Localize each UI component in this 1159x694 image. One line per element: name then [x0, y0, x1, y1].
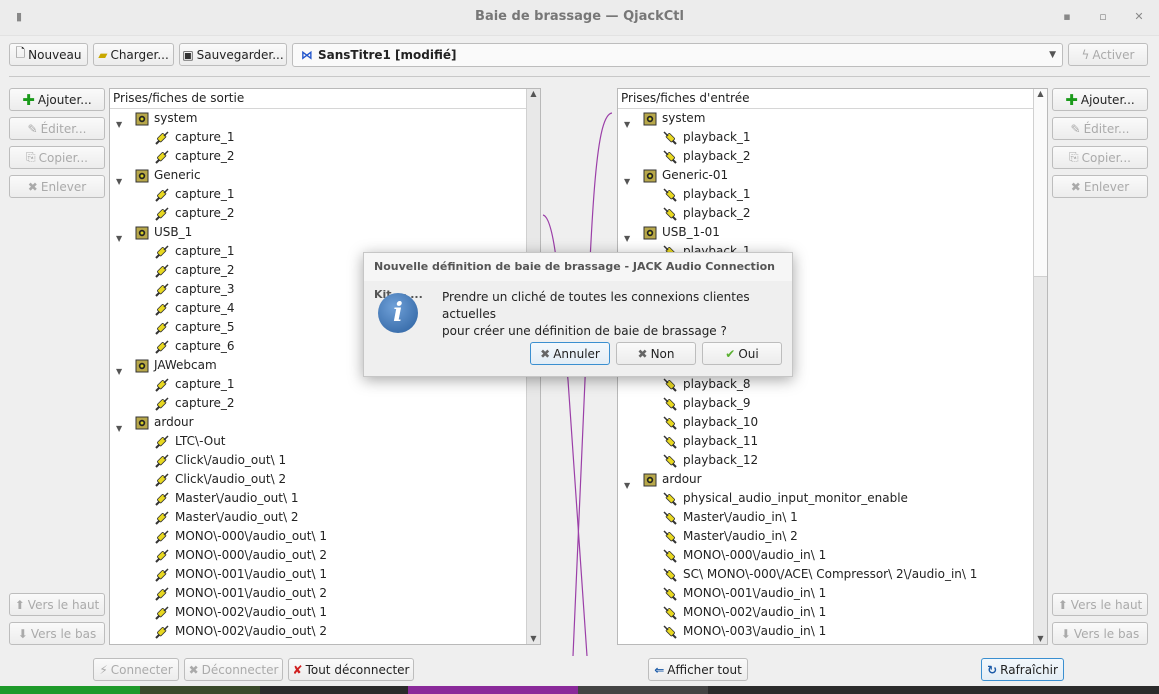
port-item[interactable]: playback_2	[662, 204, 751, 223]
port-item[interactable]: playback_1	[662, 185, 751, 204]
dialog-line-2: pour créer une définition de baie de bra…	[442, 324, 727, 338]
expand-arrow-icon[interactable]: ▼	[624, 172, 632, 186]
client-icon	[643, 226, 657, 240]
port-label: physical_audio_input_monitor_enable	[683, 491, 908, 505]
yes-button[interactable]: ✔ Oui	[702, 342, 782, 365]
port-item[interactable]: playback_12	[662, 451, 758, 470]
info-icon: i	[378, 293, 418, 333]
show-all-button[interactable]: ⇐ Afficher tout	[648, 658, 748, 681]
input-plug-icon	[662, 605, 678, 621]
client-item[interactable]: ▼ system	[624, 109, 706, 129]
input-plug-icon	[662, 149, 678, 165]
checkmark-icon: ✔	[725, 346, 736, 361]
client-item[interactable]: ▼ ardour	[624, 470, 702, 490]
port-label: SC\ MONO\-000\/ACE\ Compressor\ 2\/audio…	[683, 567, 978, 581]
input-plug-icon	[662, 567, 678, 583]
port-item[interactable]: MONO\-003\/audio_in\ 1	[662, 622, 826, 641]
input-plug-icon	[662, 510, 678, 526]
client-icon	[643, 169, 657, 183]
port-item[interactable]: playback_9	[662, 394, 751, 413]
port-label: playback_9	[683, 396, 751, 410]
input-plug-icon	[662, 130, 678, 146]
client-label: Generic-01	[662, 168, 729, 182]
port-label: MONO\-000\/audio_in\ 1	[683, 548, 827, 562]
client-item[interactable]: ▼ USB_1-01	[624, 223, 720, 243]
port-label: playback_1	[683, 187, 751, 201]
port-label: playback_2	[683, 149, 751, 163]
port-item[interactable]: Master\/audio_in\ 1	[662, 508, 798, 527]
port-label: playback_8	[683, 377, 751, 391]
input-plug-icon	[662, 206, 678, 222]
port-item[interactable]: playback_2	[662, 147, 751, 166]
x-icon: ✖	[540, 346, 551, 361]
disconnect-button[interactable]: ✖ Déconnecter	[184, 658, 283, 681]
port-label: playback_2	[683, 206, 751, 220]
port-label: Master\/audio_in\ 1	[683, 510, 798, 524]
expand-arrow-icon[interactable]: ▼	[624, 229, 632, 243]
new-patchbay-dialog: Nouvelle définition de baie de brassage …	[363, 252, 793, 377]
input-header: Prises/fiches d'entrée	[618, 89, 1034, 109]
cancel-button[interactable]: ✖ Annuler	[530, 342, 610, 365]
client-label: ardour	[662, 472, 702, 486]
port-item[interactable]: playback_1	[662, 128, 751, 147]
port-label: playback_1	[683, 130, 751, 144]
input-plug-icon	[662, 187, 678, 203]
dialog-line-1: Prendre un cliché de toutes les connexio…	[442, 290, 750, 321]
port-item[interactable]: playback_11	[662, 432, 758, 451]
input-plug-icon	[662, 434, 678, 450]
port-label: Master\/audio_in\ 2	[683, 529, 798, 543]
expand-arrow-icon[interactable]: ▼	[624, 115, 632, 129]
dialog-title: Nouvelle définition de baie de brassage …	[364, 253, 792, 301]
port-label: playback_10	[683, 415, 759, 429]
refresh-icon: ↻	[987, 662, 998, 677]
input-plug-icon	[662, 415, 678, 431]
input-plug-icon	[662, 396, 678, 412]
port-label: MONO\-003\/audio_in\ 1	[683, 624, 827, 638]
desktop-background	[0, 686, 1159, 694]
expand-arrow-icon[interactable]: ▼	[624, 476, 632, 490]
input-plug-icon	[662, 624, 678, 640]
plug-icon: ⚡	[99, 662, 108, 677]
port-label: MONO\-001\/audio_in\ 1	[683, 586, 827, 600]
client-icon	[643, 112, 657, 126]
port-label: MONO\-002\/audio_in\ 1	[683, 605, 827, 619]
client-item[interactable]: ▼ Generic-01	[624, 166, 729, 186]
input-plug-icon	[662, 586, 678, 602]
input-plug-icon	[662, 453, 678, 469]
port-item[interactable]: Master\/audio_in\ 2	[662, 527, 798, 546]
port-label: playback_12	[683, 453, 759, 467]
client-icon	[643, 473, 657, 487]
client-label: USB_1-01	[662, 225, 720, 239]
port-item[interactable]: SC\ MONO\-000\/ACE\ Compressor\ 2\/audio…	[662, 565, 977, 584]
port-item[interactable]: playback_10	[662, 413, 758, 432]
connect-button[interactable]: ⚡ Connecter	[93, 658, 179, 681]
arrow-left-icon: ⇐	[654, 662, 665, 677]
no-button[interactable]: ✖ Non	[616, 342, 696, 365]
port-label: playback_11	[683, 434, 759, 448]
dialog-message: Prendre un cliché de toutes les connexio…	[442, 289, 792, 340]
connection-line	[572, 112, 613, 657]
input-plug-icon	[662, 377, 678, 393]
port-item[interactable]: MONO\-000\/audio_in\ 1	[662, 546, 826, 565]
port-item[interactable]: MONO\-002\/audio_in\ 1	[662, 603, 826, 622]
disconnect-all-button[interactable]: ✘ Tout déconnecter	[288, 658, 414, 681]
client-label: system	[662, 111, 706, 125]
scrollbar-thumb[interactable]: ▲	[1034, 89, 1047, 277]
red-x-icon: ✘	[292, 662, 303, 677]
port-item[interactable]: playback_8	[662, 375, 751, 394]
x-icon: ✖	[637, 346, 648, 361]
refresh-button[interactable]: ↻ Rafraîchir	[981, 658, 1064, 681]
input-plug-icon	[662, 529, 678, 545]
x-icon: ✖	[188, 662, 199, 677]
port-item[interactable]: MONO\-001\/audio_in\ 1	[662, 584, 826, 603]
port-item[interactable]: physical_audio_input_monitor_enable	[662, 489, 908, 508]
input-plug-icon	[662, 491, 678, 507]
input-plug-icon	[662, 548, 678, 564]
input-scrollbar[interactable]: ▲ ▼	[1033, 89, 1047, 644]
